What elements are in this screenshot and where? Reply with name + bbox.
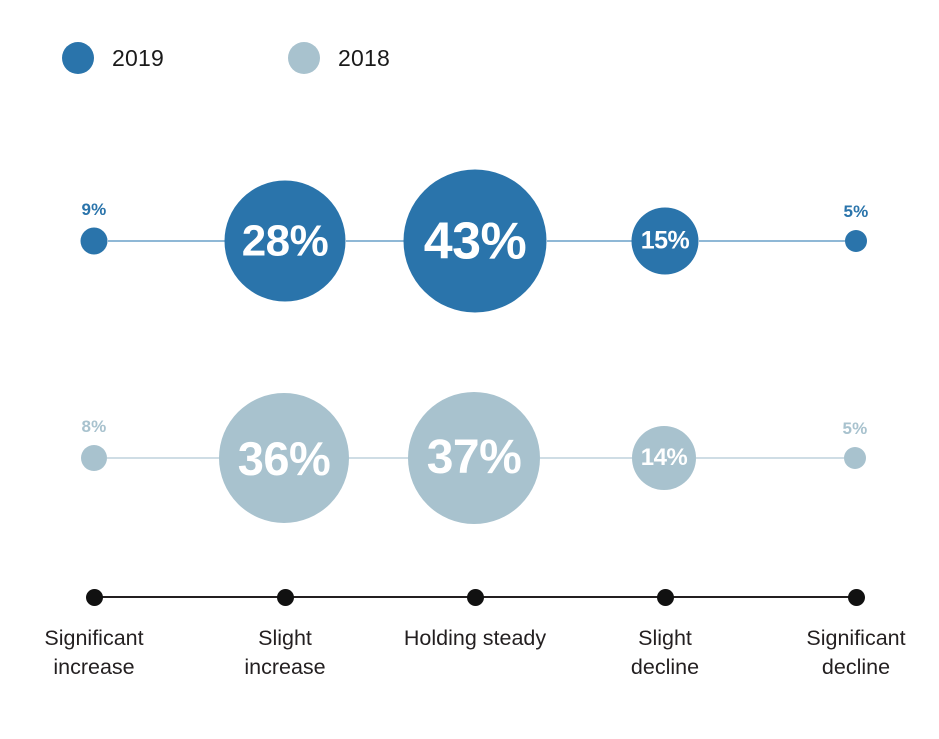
bubble-2018-2[interactable]: 36%	[219, 393, 349, 523]
connector-segment	[107, 240, 225, 242]
legend-label-2019: 2019	[112, 44, 164, 71]
axis-label-line1: Significant	[806, 626, 906, 650]
axis-label-line1: Slight	[638, 626, 692, 650]
bubble-value-label: 15%	[640, 226, 690, 255]
legend-item-2018[interactable]: 2018	[287, 42, 390, 74]
legend-label-2018: 2018	[337, 44, 390, 71]
bubble-outside-label: 5%	[842, 419, 868, 438]
bubble-value-label: 14%	[640, 444, 688, 471]
bubble-chart: 2019 2018 9% 28% 43% 15% 5% 8% 36% 37% 14% 5% Si…	[0, 0, 939, 739]
axis-label-line1: Holding steady	[403, 626, 547, 650]
bubble-2019-3[interactable]: 43%	[403, 169, 547, 313]
bubble-outside-label: 8%	[81, 417, 107, 436]
chart-legend: 2019 2018	[62, 40, 390, 76]
bubble-2018-1[interactable]	[81, 445, 107, 471]
connector-segment	[349, 457, 408, 459]
axis-dot-2[interactable]	[276, 588, 294, 606]
axis-label-line1: Significant	[44, 626, 144, 650]
bubble-2018-5[interactable]	[844, 447, 866, 469]
connector-segment	[546, 240, 632, 242]
bubble-value-label: 37%	[426, 431, 522, 484]
bubble-value-label: 36%	[237, 431, 331, 485]
axis-label-line2: decline	[821, 654, 891, 679]
axis-label-line2: increase	[53, 654, 135, 679]
axis-label-4: Slight decline	[631, 624, 699, 681]
axis-dot-5[interactable]	[847, 588, 865, 606]
axis-label-3: Holding steady	[404, 624, 546, 653]
axis-dot-1[interactable]	[85, 588, 103, 606]
connector-segment	[107, 457, 219, 459]
axis-label-line2: decline	[630, 654, 700, 679]
axis-label-5: Significant decline	[806, 624, 905, 681]
legend-item-2019[interactable]: 2019	[62, 42, 164, 74]
bubble-2018-3[interactable]: 37%	[408, 392, 540, 524]
axis-dot-4[interactable]	[656, 588, 674, 606]
connector-segment	[345, 240, 404, 242]
legend-swatch-2019	[62, 42, 94, 74]
bubble-2019-2[interactable]: 28%	[224, 180, 346, 302]
bubble-2019-5[interactable]	[845, 230, 867, 252]
bubble-2019-4[interactable]: 15%	[631, 207, 699, 275]
bubble-value-label: 28%	[241, 216, 329, 265]
bubble-outside-label: 5%	[843, 202, 869, 221]
connector-segment	[696, 457, 844, 459]
axis-label-line1: Slight	[258, 626, 312, 650]
axis-label-2: Slight increase	[244, 624, 325, 681]
bubble-2018-4[interactable]: 14%	[632, 426, 696, 490]
axis-label-1: Significant increase	[44, 624, 143, 681]
axis-dot-3[interactable]	[466, 588, 484, 606]
bubble-2019-1[interactable]	[80, 227, 108, 255]
legend-swatch-2018	[287, 42, 320, 74]
axis-label-line2: increase	[244, 654, 326, 679]
connector-segment	[540, 457, 632, 459]
bubble-value-label: 43%	[423, 212, 527, 270]
connector-segment	[698, 240, 845, 242]
bubble-outside-label: 9%	[81, 199, 107, 219]
